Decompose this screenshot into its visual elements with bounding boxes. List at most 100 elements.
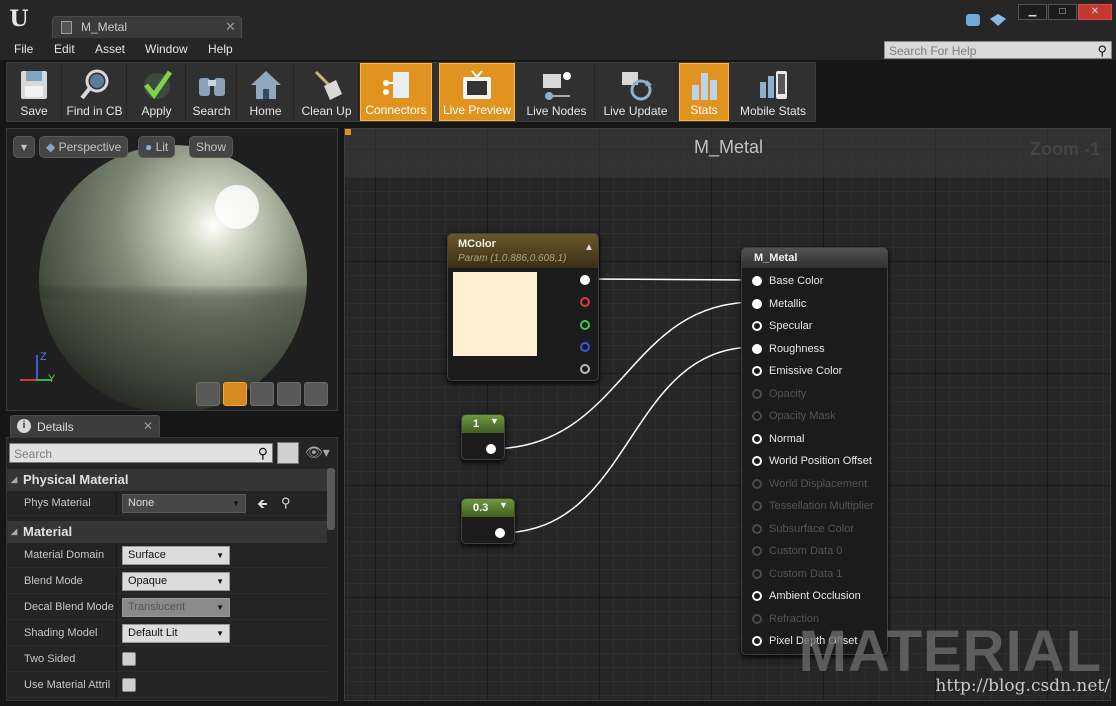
prop-label: Decal Blend Mode	[24, 601, 114, 613]
prop-label: Phys Material	[24, 497, 91, 509]
a-output-pin[interactable]	[580, 364, 590, 374]
unreal-logo-icon: U	[9, 6, 29, 32]
use-selected-arrow-icon[interactable]: 🡸	[257, 495, 268, 517]
result-input-label: Custom Data 1	[769, 567, 843, 580]
maximize-button[interactable]: □	[1048, 4, 1077, 20]
axis-y-label: Y	[48, 373, 56, 385]
constant-node-1[interactable]: 1 ▼	[461, 414, 505, 460]
constant-output-pin[interactable]	[486, 444, 496, 454]
live-preview-button[interactable]: Live Preview	[439, 63, 515, 121]
result-input-pin[interactable]	[752, 276, 762, 286]
material-result-node[interactable]: M_Metal Base Color Metallic Specular Roughn…	[741, 247, 888, 655]
property-matrix-icon[interactable]	[277, 442, 299, 464]
constant-output-pin[interactable]	[495, 528, 505, 538]
details-search-input[interactable]: Search ⚲	[9, 443, 273, 463]
connectors-button[interactable]: Connectors	[360, 63, 432, 121]
apply-checkmark-icon	[143, 70, 172, 100]
toolbar: Save Find in CB Apply Search Home Clean …	[6, 62, 816, 122]
close-details-tab-icon[interactable]: ✕	[143, 419, 153, 433]
tv-icon	[463, 70, 491, 99]
minimize-button[interactable]: ▁	[1018, 4, 1047, 20]
result-input-pin[interactable]	[752, 366, 762, 376]
perspective-button[interactable]: ◆ Perspective	[39, 136, 129, 158]
result-input-pin[interactable]	[752, 321, 762, 331]
live-nodes-button[interactable]: Live Nodes	[519, 63, 595, 121]
preview-sphere-icon[interactable]	[223, 382, 247, 406]
live-update-button[interactable]: Live Update	[596, 63, 676, 121]
menu-edit[interactable]: Edit	[54, 42, 75, 56]
preview-viewport[interactable]: ▾ ◆ Perspective ● Lit Show Z Y	[6, 128, 338, 411]
mobile-stats-icon	[760, 71, 787, 99]
viewport-options-button[interactable]: ▾	[13, 136, 35, 158]
menu-file[interactable]: File	[14, 42, 33, 56]
save-button[interactable]: Save	[7, 63, 62, 121]
perspective-label: Perspective	[58, 140, 122, 154]
preview-plane-icon[interactable]	[250, 382, 274, 406]
search-icon[interactable]: ⚲	[1097, 43, 1107, 59]
details-tab[interactable]: i Details ✕	[10, 415, 160, 437]
search-button[interactable]: Search	[187, 63, 237, 121]
apply-button[interactable]: Apply	[128, 63, 186, 121]
result-input-label: Normal	[769, 432, 805, 445]
section-material[interactable]: Material	[7, 521, 327, 543]
result-input-label: Ambient Occlusion	[769, 590, 861, 602]
section-physical-material[interactable]: Physical Material	[7, 469, 327, 491]
blend-mode-select[interactable]: Opaque	[122, 572, 230, 591]
mobile-stats-button[interactable]: Mobile Stats	[731, 63, 815, 121]
close-tab-icon[interactable]: ✕	[225, 19, 236, 35]
binoculars-icon	[198, 78, 225, 96]
show-button[interactable]: Show	[189, 136, 234, 158]
menu-help[interactable]: Help	[208, 42, 233, 56]
preview-cube-icon[interactable]	[277, 382, 301, 406]
material-graph[interactable]: M_Metal Zoom -1 MColor Param (1,0.886,0.…	[344, 128, 1111, 701]
menu-window[interactable]: Window	[145, 42, 188, 56]
preview-cylinder-icon[interactable]	[196, 382, 220, 406]
phys-material-picker[interactable]: None	[122, 494, 246, 513]
result-input-pin[interactable]	[752, 636, 762, 646]
mcolor-node[interactable]: MColor Param (1,0.886,0.608,1) ▲	[447, 233, 599, 381]
result-input-pin[interactable]	[752, 591, 762, 601]
mobile-stats-label: Mobile Stats	[739, 104, 807, 118]
help-search-placeholder: Search For Help	[889, 44, 977, 58]
constant-value: 0.3	[473, 502, 489, 514]
lit-button[interactable]: ● Lit	[138, 136, 176, 158]
b-output-pin[interactable]	[580, 342, 590, 352]
close-window-button[interactable]: ✕	[1078, 4, 1112, 20]
shading-model-select[interactable]: Default Lit	[122, 624, 230, 643]
collapse-arrow-icon[interactable]: ▼	[499, 500, 508, 510]
r-output-pin[interactable]	[580, 297, 590, 307]
result-title: M_Metal	[754, 252, 798, 264]
result-input-pin[interactable]	[752, 433, 762, 444]
browse-search-icon[interactable]: ⚲	[281, 495, 291, 511]
visibility-eye-icon[interactable]: 👁▾	[305, 444, 330, 461]
asset-tab[interactable]: M_Metal ✕	[52, 16, 242, 38]
material-watermark: MATERIAL	[798, 619, 1102, 684]
result-input-pin	[752, 568, 762, 579]
menu-asset[interactable]: Asset	[95, 42, 125, 56]
rgb-output-pin[interactable]	[580, 275, 590, 285]
g-output-pin[interactable]	[580, 320, 590, 330]
search-label: Search	[192, 104, 231, 118]
material-domain-select[interactable]: Surface	[122, 546, 230, 565]
home-button[interactable]: Home	[238, 63, 294, 121]
result-input-pin[interactable]	[752, 456, 762, 466]
find-in-cb-button[interactable]: Find in CB	[63, 63, 127, 121]
two-sided-checkbox[interactable]	[122, 652, 136, 666]
collapse-arrow-icon[interactable]: ▲	[584, 242, 594, 253]
stats-button[interactable]: Stats	[679, 63, 729, 121]
preview-custom-mesh-icon[interactable]	[304, 382, 328, 406]
result-input-pin[interactable]	[752, 298, 762, 309]
live-preview-label: Live Preview	[442, 103, 512, 117]
graph-wires	[489, 278, 756, 534]
help-search-input[interactable]: Search For Help ⚲	[884, 41, 1112, 59]
feedback-icon[interactable]	[966, 14, 980, 26]
search-icon[interactable]: ⚲	[258, 445, 268, 462]
use-material-attributes-checkbox[interactable]	[122, 678, 136, 692]
result-input-pin	[752, 546, 762, 556]
details-scrollbar[interactable]	[327, 468, 335, 530]
result-input-pin[interactable]	[752, 343, 762, 354]
constant-node-2[interactable]: 0.3 ▼	[461, 498, 515, 544]
clean-up-button[interactable]: Clean Up	[295, 63, 359, 121]
decal-blend-mode-select: Translucent	[122, 598, 230, 617]
collapse-arrow-icon[interactable]: ▼	[490, 416, 499, 426]
